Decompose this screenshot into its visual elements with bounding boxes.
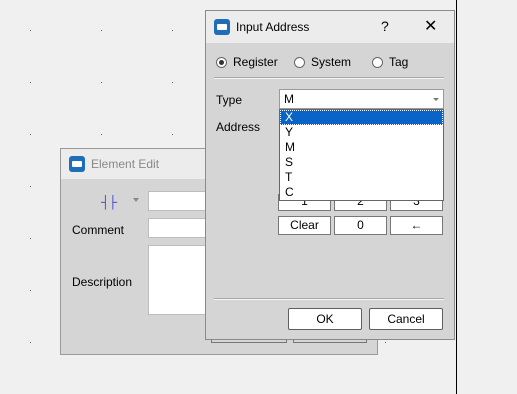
chevron-down-icon[interactable]: [133, 198, 139, 202]
dropdown-option-c[interactable]: C: [280, 185, 443, 200]
radio-system-label[interactable]: System: [311, 55, 351, 69]
ok-button[interactable]: OK: [288, 308, 362, 330]
grid-dot: [172, 134, 173, 135]
grid-dot: [101, 82, 102, 83]
input-address-titlebar[interactable]: Input Address ? ✕: [206, 11, 454, 43]
keypad-0-button[interactable]: 0: [334, 216, 387, 235]
grid-dot: [101, 134, 102, 135]
dropdown-option-m[interactable]: M: [280, 140, 443, 155]
app-icon: [69, 156, 85, 172]
grid-dot: [30, 186, 31, 187]
radio-system-circle[interactable]: [294, 56, 305, 68]
dropdown-option-y[interactable]: Y: [280, 125, 443, 140]
comment-field[interactable]: [148, 218, 208, 238]
type-select[interactable]: M: [279, 89, 444, 109]
grid-dot: [172, 30, 173, 31]
type-label: Type: [216, 93, 243, 107]
grid-dot: [30, 342, 31, 343]
comment-label: Comment: [72, 223, 125, 237]
grid-dot: [30, 238, 31, 239]
type-select-value: M: [284, 92, 294, 106]
grid-dot: [30, 290, 31, 291]
input-address-dialog: Input Address ? ✕ Register System Tag Ty…: [205, 10, 455, 340]
element-edit-title: Element Edit: [91, 157, 160, 171]
contact-symbol-icon[interactable]: ┤├: [101, 195, 117, 209]
description-field[interactable]: [148, 245, 208, 315]
dropdown-option-x[interactable]: X: [280, 110, 443, 125]
description-label: Description: [72, 275, 133, 289]
radio-tag-circle[interactable]: [372, 56, 383, 68]
keypad-backspace-button[interactable]: ←: [390, 216, 443, 235]
grid-dot: [172, 82, 173, 83]
radio-tag-label[interactable]: Tag: [389, 55, 408, 69]
separator: [214, 77, 444, 79]
dropdown-option-t[interactable]: T: [280, 170, 443, 185]
input-address-title: Input Address: [236, 20, 310, 34]
radio-system[interactable]: System: [294, 55, 351, 69]
cancel-button[interactable]: Cancel: [369, 308, 443, 330]
radio-register-circle[interactable]: [216, 56, 227, 68]
radio-tag[interactable]: Tag: [372, 55, 408, 69]
chevron-down-icon[interactable]: [433, 98, 439, 101]
address-label: Address: [216, 120, 261, 134]
dropdown-option-s[interactable]: S: [280, 155, 443, 170]
keypad-clear-button[interactable]: Clear: [278, 216, 331, 235]
grid-dot: [30, 134, 31, 135]
type-dropdown-list[interactable]: X Y M S T C: [279, 109, 444, 201]
grid-dot: [30, 30, 31, 31]
separator: [214, 298, 444, 300]
close-icon[interactable]: ✕: [424, 16, 437, 36]
grid-dot: [385, 342, 386, 343]
radio-register[interactable]: Register: [216, 55, 278, 69]
grid-dot: [101, 30, 102, 31]
element-address-field[interactable]: [148, 191, 208, 211]
help-icon[interactable]: ?: [381, 18, 389, 34]
radio-register-label[interactable]: Register: [233, 55, 278, 69]
app-icon: [214, 19, 230, 35]
grid-dot: [30, 82, 31, 83]
rung-line: [456, 0, 457, 394]
